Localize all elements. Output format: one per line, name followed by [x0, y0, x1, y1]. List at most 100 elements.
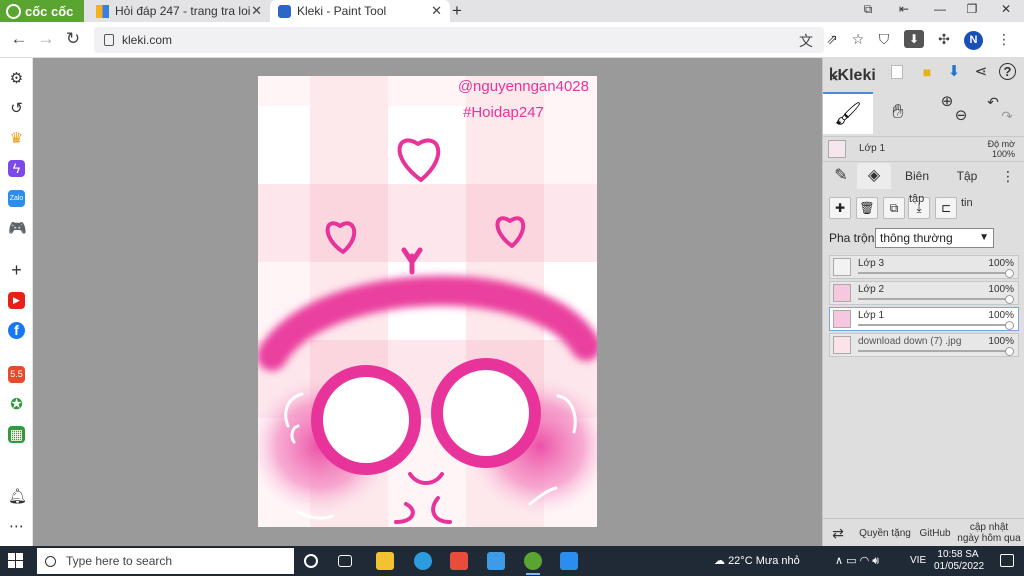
- download-icon[interactable]: ⬇: [904, 30, 924, 48]
- mail-icon[interactable]: [487, 552, 505, 570]
- weather-widget[interactable]: ☁ 22°C Mưa nhỏ: [714, 554, 800, 567]
- taskbar-search-box[interactable]: Type here to search: [37, 548, 294, 574]
- tab-more-icon[interactable]: ⋮: [999, 163, 1017, 189]
- wifi-icon[interactable]: ◠: [860, 555, 870, 567]
- back-history-icon[interactable]: ⇤: [894, 2, 914, 16]
- close-tab-icon[interactable]: ✕: [431, 3, 442, 19]
- windows-start-icon[interactable]: [8, 553, 24, 569]
- canvas-workspace[interactable]: @nguyenngan4028 #Hoidap247: [33, 58, 822, 546]
- zoom-out-icon: ⊖: [954, 107, 968, 124]
- help-icon[interactable]: ?: [999, 63, 1016, 80]
- duplicate-layer-icon[interactable]: ⧉: [883, 197, 905, 219]
- share-icon[interactable]: ⋖: [972, 63, 990, 81]
- tab-kleki[interactable]: Kleki - Paint Tool ✕: [270, 0, 450, 22]
- store-icon[interactable]: [450, 552, 468, 570]
- save-download-icon[interactable]: ⬇: [945, 63, 963, 81]
- brush-tool-button[interactable]: 🖌︎: [823, 92, 873, 134]
- new-image-icon[interactable]: [891, 65, 903, 79]
- forward-icon[interactable]: →: [35, 29, 57, 49]
- redo-button[interactable]: ↷: [987, 106, 1024, 130]
- layer-opacity-handle[interactable]: [1005, 295, 1014, 304]
- tab-file[interactable]: Tập: [947, 163, 987, 189]
- taskbar-clock[interactable]: 10:58 SA 01/05/2022: [934, 549, 984, 573]
- layer-opacity-handle[interactable]: [1005, 321, 1014, 330]
- file-explorer-icon[interactable]: [376, 552, 394, 570]
- history-icon[interactable]: ↺: [8, 100, 25, 117]
- battery-icon[interactable]: ▭: [846, 555, 856, 567]
- coccoc-taskbar-icon[interactable]: [524, 552, 542, 575]
- drawing-canvas[interactable]: @nguyenngan4028 #Hoidap247: [258, 76, 597, 527]
- crown-icon[interactable]: ♛: [8, 130, 25, 147]
- layer-item[interactable]: Lớp 2 100%: [829, 281, 1019, 305]
- map-pin-icon[interactable]: ✪: [8, 396, 25, 413]
- tab-edit[interactable]: Biên: [895, 163, 939, 189]
- address-bar[interactable]: kleki.com: [94, 27, 824, 53]
- minimize-icon[interactable]: —: [930, 2, 950, 16]
- share-icon[interactable]: ⇗: [822, 31, 842, 48]
- more-dots-icon[interactable]: ⋯: [8, 518, 25, 535]
- sheets-icon[interactable]: ▦: [8, 426, 25, 443]
- cloud-icon: ☁: [714, 555, 725, 567]
- tab-layers[interactable]: ◈: [857, 163, 891, 189]
- reading-mode-icon[interactable]: ⧉: [858, 2, 878, 17]
- task-view-icon[interactable]: [338, 555, 352, 567]
- rename-layer-icon[interactable]: ⊏: [935, 197, 957, 219]
- messenger-icon[interactable]: ϟ: [8, 160, 25, 177]
- layer-thumbnail: [833, 310, 851, 328]
- back-icon[interactable]: ←: [8, 29, 30, 49]
- delete-layer-icon[interactable]: 🗑︎: [856, 197, 878, 219]
- open-folder-icon[interactable]: ■: [918, 63, 936, 81]
- kleki-app-name: Kleki: [837, 67, 876, 84]
- new-tab-icon[interactable]: +: [452, 1, 462, 21]
- edge-icon[interactable]: [414, 552, 432, 570]
- github-link[interactable]: GitHub: [917, 519, 953, 547]
- bookmark-star-icon[interactable]: ☆: [848, 31, 868, 48]
- facebook-icon[interactable]: f: [8, 322, 25, 339]
- blend-mode-select[interactable]: thông thường ▼: [875, 228, 994, 248]
- zalo-taskbar-icon[interactable]: [560, 552, 578, 570]
- tab-brush[interactable]: ✎: [827, 163, 855, 189]
- layer-opacity-slider[interactable]: [858, 324, 1012, 326]
- close-window-icon[interactable]: ✕: [996, 2, 1016, 16]
- browser-brand-button[interactable]: cốc cốc: [0, 0, 84, 22]
- copyright-link[interactable]: Quyền tặng: [853, 519, 917, 547]
- zalo-icon[interactable]: Zalo: [8, 190, 25, 207]
- hand-tool-button[interactable]: ✋︎: [878, 92, 918, 134]
- input-language[interactable]: VIE: [910, 555, 926, 566]
- sale-icon[interactable]: 5.5: [8, 366, 25, 383]
- translate-icon[interactable]: 文: [796, 31, 816, 51]
- shield-icon[interactable]: ⛉: [874, 31, 894, 48]
- layer-opacity-slider[interactable]: [858, 350, 1012, 352]
- opacity-value: 100%: [991, 149, 1015, 159]
- layer-opacity-handle[interactable]: [1005, 347, 1014, 356]
- volume-icon[interactable]: 🔊︎: [872, 555, 879, 567]
- close-tab-icon[interactable]: ✕: [251, 3, 262, 19]
- settings-gear-icon[interactable]: ⚙: [8, 70, 25, 87]
- extensions-icon[interactable]: ✣: [934, 31, 954, 48]
- restore-icon[interactable]: ❐: [962, 2, 982, 16]
- current-layer-bar[interactable]: Lớp 1 Độ mờ 100%: [823, 136, 1024, 162]
- gamepad-icon[interactable]: 🎮: [8, 220, 27, 237]
- reload-icon[interactable]: ↻: [62, 29, 84, 49]
- menu-dots-icon[interactable]: ⋮: [994, 31, 1014, 48]
- notification-center-icon[interactable]: [1000, 554, 1014, 567]
- layer-opacity-slider[interactable]: [858, 298, 1012, 300]
- cortana-icon[interactable]: [304, 554, 318, 568]
- update-notice[interactable]: cập nhật ngày hôm qua: [955, 519, 1023, 547]
- youtube-icon[interactable]: ▶: [8, 292, 25, 309]
- layer-item[interactable]: Lớp 3 100%: [829, 255, 1019, 279]
- swap-sides-icon[interactable]: ⇄: [827, 519, 849, 547]
- add-layer-icon[interactable]: ✚: [829, 197, 851, 219]
- system-tray[interactable]: ∧ ▭ ◠ 🔊︎: [835, 554, 879, 568]
- layer-item[interactable]: download down (7) .jpg 100%: [829, 333, 1019, 357]
- notification-bell-icon[interactable]: 🔔︎: [8, 488, 27, 505]
- tab-title: Kleki - Paint Tool: [297, 4, 387, 18]
- tray-chevron-icon[interactable]: ∧: [835, 555, 843, 567]
- layer-opacity-slider[interactable]: [858, 272, 1012, 274]
- layer-item-active[interactable]: Lớp 1 100%: [829, 307, 1019, 331]
- tab-hoidap247[interactable]: Hỏi đáp 247 - trang tra loi ✕: [88, 0, 270, 22]
- layer-opacity-handle[interactable]: [1005, 269, 1014, 278]
- profile-avatar[interactable]: N: [964, 31, 983, 50]
- add-shortcut-icon[interactable]: +: [8, 261, 25, 279]
- kleki-side-panel: ꝃKleki ■ ⬇ ⋖ ? 🖌︎ ✋︎ ⊕ ⊖ ↶ ↷ Lớp 1 Độ mờ…: [822, 58, 1024, 546]
